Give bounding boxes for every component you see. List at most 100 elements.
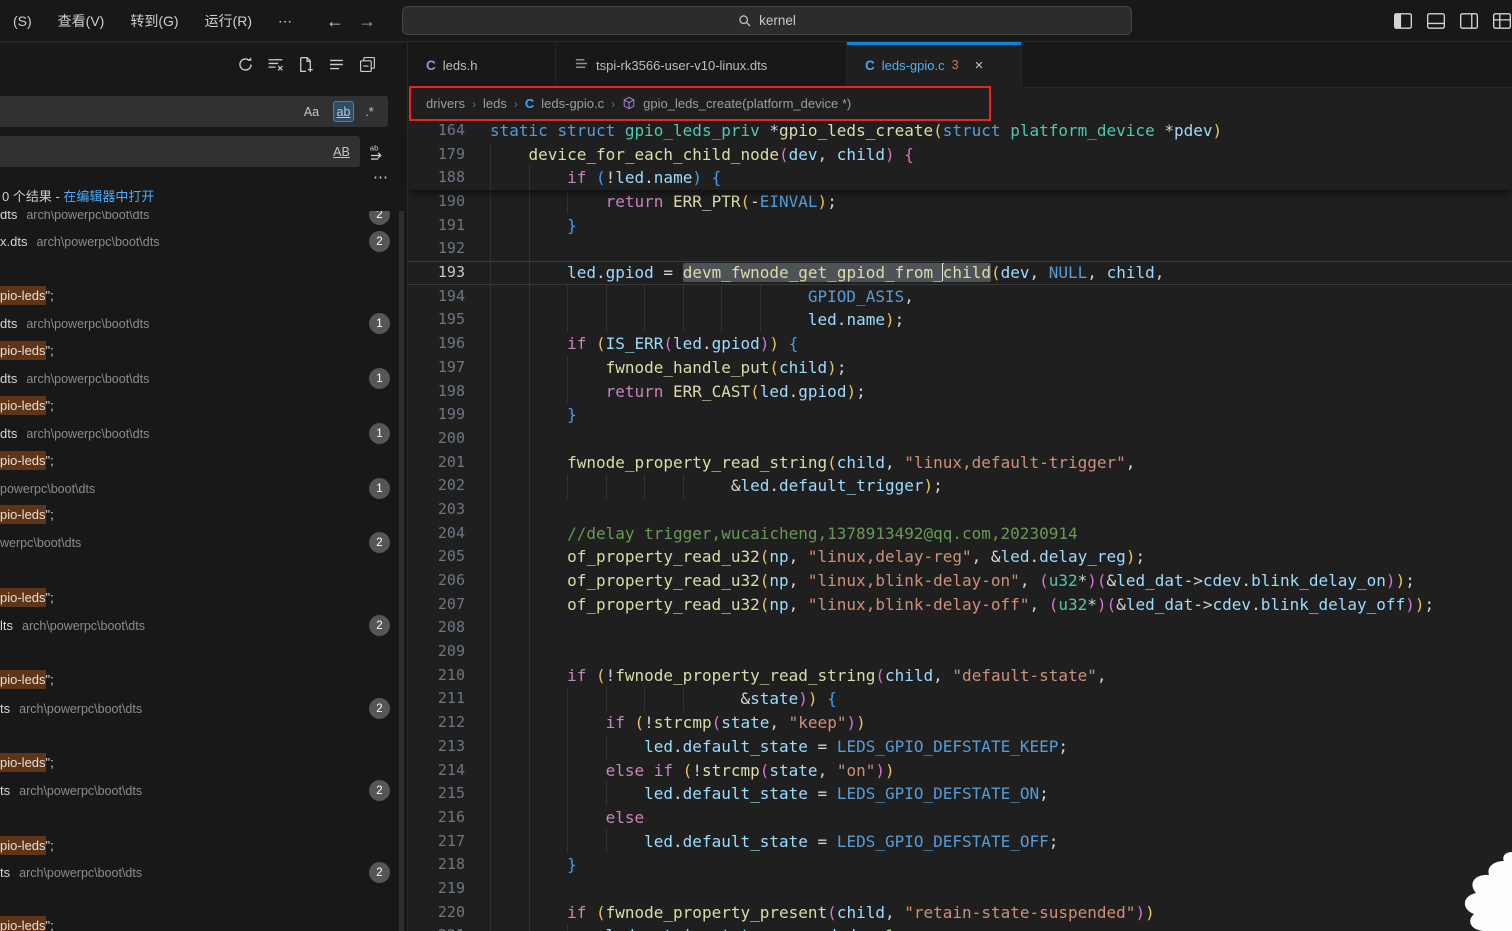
code-line[interactable]: 191 } [408, 214, 1512, 238]
code-line[interactable]: 215 led.default_state = LEDS_GPIO_DEFSTA… [408, 782, 1512, 806]
code-line[interactable]: 199 } [408, 403, 1512, 427]
indent-guide [567, 356, 568, 380]
code-line[interactable]: 209 [408, 640, 1512, 664]
menu-item-4[interactable]: ⋯ [265, 13, 305, 30]
code-line[interactable]: 213 led.default_state = LEDS_GPIO_DEFSTA… [408, 735, 1512, 759]
code-line[interactable]: 207 of_property_read_u32(np, "linux,blin… [408, 593, 1512, 617]
search-result-file-row[interactable]: werpc\boot\dts2 [0, 529, 407, 556]
token: ! [692, 761, 702, 780]
token: state [769, 761, 817, 780]
code-line[interactable]: 192 [408, 237, 1512, 261]
search-result-match-row[interactable]: pio-leds"; [0, 912, 407, 931]
tab-tspi-rk3566-user-v10-linux.dts[interactable]: tspi-rk3566-user-v10-linux.dts [556, 42, 847, 88]
code-line[interactable]: 205 of_property_read_u32(np, "linux,dela… [408, 545, 1512, 569]
code-line[interactable]: 202 &led.default_trigger); [408, 474, 1512, 498]
menu-item-1[interactable]: 查看(V) [45, 11, 118, 31]
code-line[interactable]: 203 [408, 498, 1512, 522]
code-line[interactable]: 196 if (IS_ERR(led.gpiod)) { [408, 332, 1512, 356]
search-result-file-row[interactable]: tsarch\powerpc\boot\dts2 [0, 777, 407, 804]
code-line[interactable]: 216 else [408, 806, 1512, 830]
token [490, 926, 606, 931]
command-center-search[interactable]: kernel [402, 6, 1132, 35]
code-line[interactable]: 200 [408, 427, 1512, 451]
nav-back-button[interactable]: ← [326, 11, 344, 32]
code-line[interactable]: 221 led.retain_state_suspended = 1; [408, 924, 1512, 931]
search-result-match-row[interactable]: pio-leds"; [0, 447, 407, 474]
code-line[interactable]: 217 led.default_state = LEDS_GPIO_DEFSTA… [408, 830, 1512, 854]
code-line[interactable]: 208 [408, 616, 1512, 640]
menu-item-2[interactable]: 转到(G) [117, 11, 191, 31]
search-result-match-row[interactable]: pio-leds"; [0, 584, 407, 611]
search-result-file-row[interactable]: dtsarch\powerpc\boot\dts1 [0, 365, 407, 392]
indent-guide [529, 924, 530, 931]
code-line[interactable]: 214 else if (!strcmp(state, "on")) [408, 759, 1512, 783]
indent-guide [529, 664, 530, 688]
token: retain_state_suspended [644, 926, 856, 931]
breadcrumb-item[interactable]: gpio_leds_create(platform_device *) [643, 96, 851, 111]
code-line-current[interactable]: 193 led.gpiod = devm_fwnode_get_gpiod_fr… [408, 261, 1512, 285]
code-line[interactable]: 212 if (!strcmp(state, "keep")) [408, 711, 1512, 735]
toggle-panel-icon[interactable] [1426, 11, 1446, 31]
open-in-editor-link[interactable]: 在编辑器中打开 [63, 189, 154, 204]
code-line[interactable]: 219 [408, 877, 1512, 901]
nav-forward-button[interactable]: → [358, 11, 376, 32]
code-line[interactable]: 190 return ERR_PTR(-EINVAL); [408, 190, 1512, 214]
token: , [904, 287, 914, 306]
match-highlight: pio-leds [0, 836, 46, 855]
code-editor[interactable]: 190 return ERR_PTR(-EINVAL);191 }192193 … [408, 190, 1512, 931]
code-line[interactable]: 201 fwnode_property_read_string(child, "… [408, 451, 1512, 475]
line-number: 205 [408, 545, 465, 569]
menu-item-3[interactable]: 运行(R) [192, 11, 265, 31]
indent-guide [490, 924, 491, 931]
toggle-secondary-sidebar-icon[interactable] [1459, 11, 1479, 31]
code-line[interactable]: 198 return ERR_CAST(led.gpiod); [408, 380, 1512, 404]
code-line[interactable]: 204 //delay trigger,wucaicheng,137891349… [408, 522, 1512, 546]
code-line[interactable]: 195 led.name); [408, 308, 1512, 332]
search-result-file-row[interactable]: tsarch\powerpc\boot\dts2 [0, 859, 407, 886]
indent-guide [490, 474, 491, 498]
code-text: of_property_read_u32(np, "linux,delay-re… [465, 545, 1512, 569]
search-result-match-row[interactable]: pio-leds"; [0, 832, 407, 859]
search-result-match-row[interactable]: pio-leds"; [0, 666, 407, 693]
breadcrumb-item[interactable]: leds-gpio.c [541, 96, 604, 111]
code-line[interactable]: 218 } [408, 853, 1512, 877]
indent-guide [529, 640, 530, 664]
sidebar-scrollbar[interactable] [399, 171, 404, 931]
code-line[interactable]: 194 GPIOD_ASIS, [408, 285, 1512, 309]
search-result-file-row[interactable]: ltsarch\powerpc\boot\dts2 [0, 612, 407, 639]
c-file-icon: C [426, 58, 436, 73]
customize-layout-icon[interactable] [1492, 11, 1512, 31]
search-result-match-row[interactable]: pio-leds"; [0, 337, 407, 364]
code-line[interactable]: 211 &state)) { [408, 687, 1512, 711]
token: fwnode_property_present [606, 903, 828, 922]
code-line[interactable]: 220 if (fwnode_property_present(child, "… [408, 901, 1512, 925]
search-result-match-row[interactable]: pio-leds"; [0, 749, 407, 776]
indent-guide [490, 356, 491, 380]
breadcrumb-item[interactable]: drivers [426, 96, 465, 111]
search-result-file-row[interactable]: x.dtsarch\powerpc\boot\dts2 [0, 228, 407, 255]
search-result-file-row[interactable]: powerpc\boot\dts1 [0, 475, 407, 502]
toggle-primary-sidebar-icon[interactable] [1393, 11, 1413, 31]
indent-guide [529, 782, 530, 806]
code-line[interactable]: 188 if (!led.name) { [408, 166, 1512, 190]
search-result-file-row[interactable]: dtsarch\powerpc\boot\dts1 [0, 420, 407, 447]
search-result-file-row[interactable]: dtsarch\powerpc\boot\dts1 [0, 310, 407, 337]
code-line[interactable]: 179 device_for_each_child_node(dev, chil… [408, 143, 1512, 167]
more-actions-button[interactable]: ⋯ [373, 168, 389, 186]
token: ( [933, 121, 943, 140]
token: ERR_CAST [673, 382, 750, 401]
code-line[interactable]: 197 fwnode_handle_put(child); [408, 356, 1512, 380]
tab-leds.h[interactable]: Cleds.h [408, 42, 556, 88]
code-line[interactable]: 206 of_property_read_u32(np, "linux,blin… [408, 569, 1512, 593]
search-result-match-row[interactable]: pio-leds"; [0, 501, 407, 528]
code-line[interactable]: 210 if (!fwnode_property_read_string(chi… [408, 664, 1512, 688]
search-result-match-row[interactable]: pio-leds"; [0, 392, 407, 419]
menu-item-0[interactable]: (S) [0, 13, 45, 29]
tab-leds-gpio.c[interactable]: Cleds-gpio.c3× [847, 42, 1022, 88]
search-result-match-row[interactable]: pio-leds"; [0, 282, 407, 309]
search-result-file-row[interactable]: tsarch\powerpc\boot\dts2 [0, 695, 407, 722]
code-line[interactable]: 164static struct gpio_leds_priv *gpio_le… [408, 119, 1512, 143]
breadcrumb-item[interactable]: leds [483, 96, 507, 111]
tab-close-icon[interactable]: × [975, 57, 984, 74]
indent-guide [606, 474, 607, 498]
